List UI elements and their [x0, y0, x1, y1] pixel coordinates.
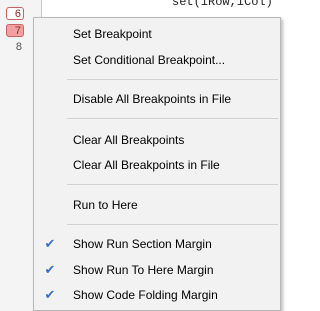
- menu-item-label: Clear All Breakpoints in File: [73, 158, 220, 172]
- menu-item-disable-all-breakpoints-in-file[interactable]: Disable All Breakpoints in File: [34, 88, 280, 110]
- context-menu: Set Breakpoint Set Conditional Breakpoin…: [33, 17, 281, 311]
- checkmark-icon: ✔: [44, 287, 56, 302]
- checkmark-icon: ✔: [44, 262, 56, 277]
- menu-item-show-code-folding-margin[interactable]: ✔ Show Code Folding Margin: [34, 284, 280, 306]
- menu-item-label: Set Breakpoint: [73, 27, 152, 41]
- line-number-breakpoint[interactable]: 6: [6, 7, 24, 20]
- code-line: set(iRow,iCol): [172, 0, 273, 9]
- menu-item-label: Set Conditional Breakpoint...: [73, 53, 226, 67]
- menu-item-label: Run to Here: [73, 198, 138, 212]
- menu-item-run-to-here[interactable]: Run to Here: [34, 194, 280, 216]
- line-number-breakpoint-active[interactable]: 7: [6, 24, 24, 37]
- menu-item-clear-all-breakpoints[interactable]: Clear All Breakpoints: [34, 129, 280, 151]
- menu-item-label: Show Run Section Margin: [73, 237, 212, 251]
- menu-separator: [67, 224, 278, 225]
- menu-item-set-conditional-breakpoint[interactable]: Set Conditional Breakpoint...: [34, 49, 280, 71]
- menu-item-clear-all-breakpoints-in-file[interactable]: Clear All Breakpoints in File: [34, 154, 280, 176]
- menu-item-show-run-section-margin[interactable]: ✔ Show Run Section Margin: [34, 233, 280, 255]
- menu-item-show-run-to-here-margin[interactable]: ✔ Show Run To Here Margin: [34, 259, 280, 281]
- menu-item-label: Show Run To Here Margin: [73, 263, 214, 277]
- menu-item-label: Clear All Breakpoints: [73, 133, 185, 147]
- menu-separator: [67, 79, 278, 80]
- menu-item-label: Show Code Folding Margin: [73, 288, 218, 302]
- checkmark-icon: ✔: [44, 236, 56, 251]
- menu-item-label: Disable All Breakpoints in File: [73, 92, 232, 106]
- menu-separator: [67, 118, 278, 119]
- menu-separator: [67, 184, 278, 185]
- line-number: 8: [15, 41, 22, 53]
- menu-item-set-breakpoint[interactable]: Set Breakpoint: [34, 23, 280, 45]
